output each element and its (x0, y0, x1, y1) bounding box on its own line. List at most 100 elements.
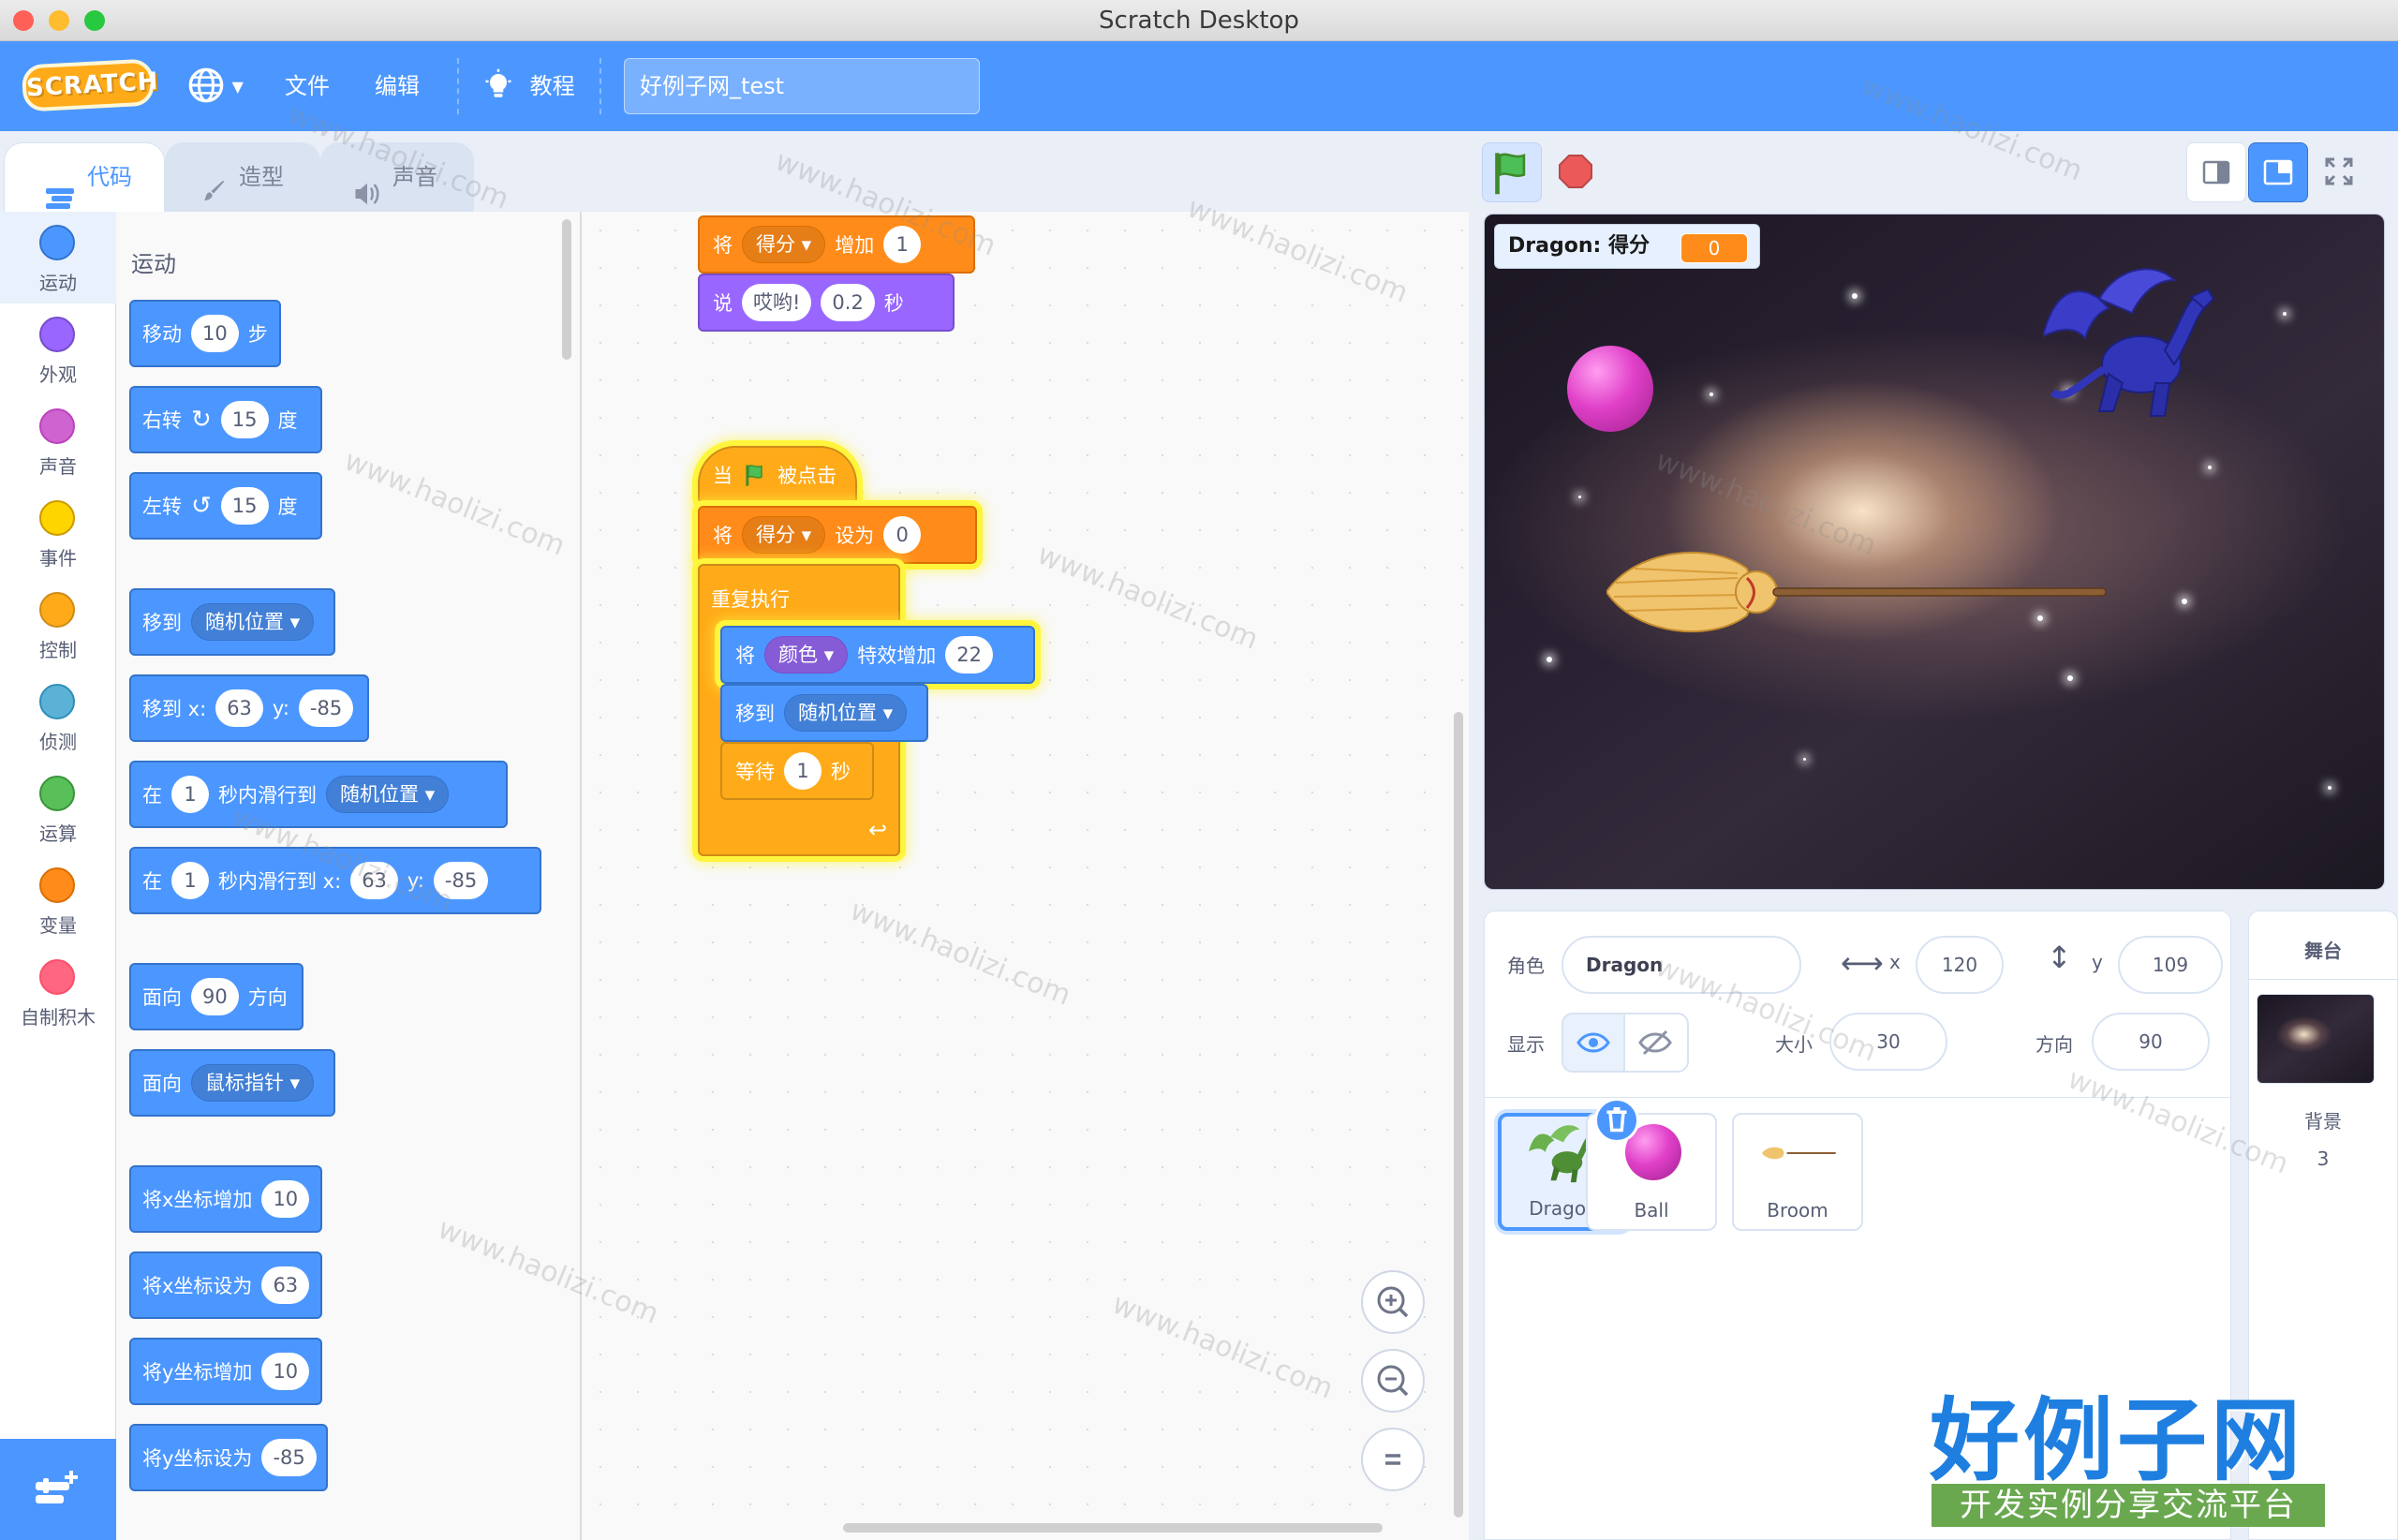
dy-input[interactable]: 10 (261, 1353, 310, 1390)
value-input[interactable]: 0 (883, 516, 922, 554)
seconds-input[interactable]: 1 (171, 776, 209, 813)
category-events[interactable]: 事件 (0, 487, 116, 579)
sprite-tile-broom[interactable]: Broom (1732, 1113, 1863, 1231)
turn-left-block[interactable]: 左转 ↺ 15 度 (129, 472, 322, 540)
category-sound[interactable]: 声音 (0, 395, 116, 487)
turn-right-block[interactable]: 右转 ↻ 15 度 (129, 386, 322, 453)
when-flag-clicked-block[interactable]: 当 被点击 (698, 446, 857, 504)
variable-dropdown[interactable]: 得分 (742, 226, 826, 263)
degrees-input[interactable]: 15 (220, 487, 269, 525)
backdrop-thumbnail[interactable] (2257, 994, 2375, 1084)
y-input[interactable]: -85 (298, 689, 354, 727)
stop-button[interactable] (1546, 142, 1606, 202)
change-y-block[interactable]: 将y坐标增加 10 (129, 1338, 322, 1405)
scratch-logo[interactable]: SCRATCH (21, 58, 159, 112)
goto-target-dropdown[interactable]: 随机位置 (784, 694, 908, 732)
edit-menu[interactable]: 编辑 (375, 41, 420, 131)
size-input[interactable]: 30 (1829, 1013, 1947, 1071)
language-menu[interactable]: ▼ (187, 41, 244, 131)
point-towards-block[interactable]: 面向 鼠标指针 (129, 1049, 335, 1117)
seconds-input[interactable]: 0.2 (821, 284, 875, 321)
y-position-input[interactable]: 109 (2118, 936, 2223, 994)
category-operators[interactable]: 运算 (0, 763, 116, 854)
steps-input[interactable]: 10 (191, 315, 239, 352)
tab-sounds[interactable]: 声音 (320, 142, 474, 212)
set-variable-block[interactable]: 将得分设为 0 (698, 506, 977, 564)
direction-input[interactable]: 90 (2092, 1013, 2210, 1071)
green-flag-icon (1495, 153, 1526, 195)
variable-monitor[interactable]: Dragon: 得分 0 (1494, 224, 1760, 269)
fullscreen-button[interactable] (2310, 142, 2370, 202)
category-variables[interactable]: 变量 (0, 854, 116, 946)
file-menu[interactable]: 文件 (285, 41, 330, 131)
change-variable-block[interactable]: 将得分增加 1 (698, 215, 975, 274)
x-input[interactable]: 63 (261, 1266, 310, 1304)
zoom-out-button[interactable] (1361, 1349, 1425, 1413)
variable-dropdown[interactable]: 得分 (742, 516, 826, 554)
x-label: x (1889, 951, 1901, 973)
change-effect-block[interactable]: 将颜色特效增加 22 (720, 626, 1035, 684)
goto-target-dropdown[interactable]: 随机位置 (191, 603, 315, 641)
x-input[interactable]: 63 (350, 862, 398, 899)
rotate-left-icon: ↺ (191, 492, 212, 520)
green-flag-button[interactable] (1482, 142, 1542, 202)
delete-sprite-button[interactable] (1594, 1098, 1639, 1143)
seconds-input[interactable]: 1 (171, 862, 209, 899)
code-workspace[interactable]: 将得分增加1 说哎哟!0.2秒 当 被点击 将得分设为0 重复执行 ↩ 将颜色特… (581, 212, 1469, 1540)
sprite-name-input[interactable]: Dragon (1562, 936, 1801, 994)
set-x-block[interactable]: 将x坐标设为 63 (129, 1251, 322, 1319)
loop-arrow-icon: ↩ (868, 817, 888, 843)
ball-sprite[interactable] (1567, 346, 1653, 432)
y-input[interactable]: -85 (261, 1439, 317, 1476)
goto-block[interactable]: 移到 随机位置 (720, 684, 928, 742)
code-vertical-scrollbar[interactable] (1454, 712, 1463, 1518)
category-my-blocks[interactable]: 自制积木 (0, 946, 116, 1038)
block-text: y: (407, 869, 424, 892)
x-position-input[interactable]: 120 (1916, 936, 2004, 994)
small-stage-button[interactable] (2186, 142, 2246, 202)
message-input[interactable]: 哎哟! (742, 284, 812, 321)
code-horizontal-scrollbar[interactable] (843, 1523, 1383, 1533)
y-input[interactable]: -85 (433, 862, 489, 899)
dragon-sprite[interactable] (2043, 261, 2230, 430)
stage-canvas[interactable]: Dragon: 得分 0 (1484, 214, 2385, 890)
trash-icon (1606, 1107, 1627, 1133)
set-y-block[interactable]: 将y坐标设为 -85 (129, 1424, 328, 1491)
add-extension-button[interactable] (0, 1439, 116, 1540)
category-looks[interactable]: 外观 (0, 304, 116, 395)
direction-input[interactable]: 90 (191, 978, 239, 1015)
goto-block[interactable]: 移到 随机位置 (129, 588, 335, 656)
code-icon (46, 168, 74, 209)
show-sprite-button[interactable] (1562, 1013, 1625, 1073)
x-input[interactable]: 63 (215, 689, 263, 727)
tab-code[interactable]: 代码 (4, 142, 165, 212)
effect-dropdown[interactable]: 颜色 (764, 636, 849, 674)
zoom-in-button[interactable] (1361, 1270, 1425, 1334)
glide-to-block[interactable]: 在 1 秒内滑行到 随机位置 (129, 761, 508, 828)
glide-xy-block[interactable]: 在 1 秒内滑行到 x: 63 y: -85 (129, 847, 541, 914)
broom-sprite[interactable] (1606, 540, 2112, 644)
towards-target-dropdown[interactable]: 鼠标指针 (191, 1064, 315, 1102)
point-direction-block[interactable]: 面向 90 方向 (129, 963, 303, 1030)
tab-costumes[interactable]: 造型 (165, 142, 320, 212)
glide-target-dropdown[interactable]: 随机位置 (326, 776, 450, 813)
goto-xy-block[interactable]: 移到 x: 63 y: -85 (129, 674, 369, 742)
value-input[interactable]: 1 (883, 226, 922, 263)
wait-block[interactable]: 等待 1 秒 (720, 742, 874, 800)
category-control[interactable]: 控制 (0, 579, 116, 671)
say-for-secs-block[interactable]: 说哎哟! 0.2 秒 (698, 274, 955, 332)
degrees-input[interactable]: 15 (220, 401, 269, 438)
project-title-input[interactable]: 好例子网_test (624, 58, 980, 114)
category-motion[interactable]: 运动 (0, 212, 116, 304)
value-input[interactable]: 22 (945, 636, 993, 674)
zoom-reset-button[interactable] (1361, 1428, 1425, 1491)
change-x-block[interactable]: 将x坐标增加 10 (129, 1165, 322, 1233)
hide-sprite-button[interactable] (1625, 1013, 1689, 1073)
category-sensing[interactable]: 侦测 (0, 671, 116, 763)
tutorials-menu[interactable]: 教程 (481, 41, 575, 131)
palette-scrollbar[interactable] (562, 219, 571, 360)
move-steps-block[interactable]: 移动 10 步 (129, 300, 281, 367)
dx-input[interactable]: 10 (261, 1180, 310, 1218)
normal-stage-button[interactable] (2248, 142, 2308, 202)
seconds-input[interactable]: 1 (784, 752, 822, 790)
